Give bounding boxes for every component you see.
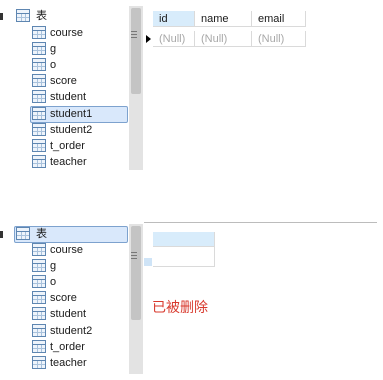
tree-item-o[interactable]: o bbox=[0, 57, 128, 73]
row-selector[interactable] bbox=[144, 258, 152, 266]
tree-item-label: o bbox=[50, 59, 57, 71]
cell-name[interactable]: (Null) bbox=[195, 31, 252, 47]
table-icon bbox=[32, 307, 46, 320]
tree-item-label: t_order bbox=[50, 140, 85, 152]
table-icon bbox=[32, 275, 46, 288]
cell-id[interactable]: (Null) bbox=[153, 31, 195, 47]
tree-root-label: 表 bbox=[36, 228, 47, 240]
empty-row bbox=[153, 247, 215, 267]
column-header-id[interactable]: id bbox=[153, 11, 195, 27]
scrollbar-thumb[interactable] bbox=[131, 8, 141, 94]
current-row-indicator bbox=[144, 31, 153, 47]
tree-scrollbar[interactable] bbox=[129, 224, 143, 374]
table-icon bbox=[32, 243, 46, 256]
column-header-name[interactable]: name bbox=[195, 11, 252, 27]
expand-icon[interactable] bbox=[0, 231, 3, 238]
tree-item-label: student1 bbox=[50, 108, 93, 120]
table-icon bbox=[32, 107, 46, 120]
table-icon bbox=[32, 155, 46, 168]
tree-item-label: o bbox=[50, 276, 57, 288]
tree-item-student2[interactable]: student2 bbox=[0, 323, 128, 339]
scrollbar-thumb[interactable] bbox=[131, 226, 141, 320]
tree-item-o[interactable]: o bbox=[0, 274, 128, 290]
tree-item-label: student bbox=[50, 308, 87, 320]
tree-item-label: g bbox=[50, 43, 57, 55]
tree-item-label: course bbox=[50, 27, 84, 39]
table-icon bbox=[32, 356, 46, 369]
tree-item-label: course bbox=[50, 244, 84, 256]
tree-item-label: g bbox=[50, 260, 57, 272]
tree-item-student1[interactable]: student1 bbox=[0, 106, 128, 123]
navigation-tree: 表 course g o score student student2 t_or… bbox=[0, 222, 128, 380]
table-icon bbox=[32, 90, 46, 103]
tree-item-label: score bbox=[50, 75, 77, 87]
tree-item-t-order[interactable]: t_order bbox=[0, 339, 128, 355]
table-icon bbox=[32, 26, 46, 39]
tree-item-teacher[interactable]: teacher bbox=[0, 154, 128, 170]
tree-item-student[interactable]: student bbox=[0, 306, 128, 322]
splitter-grip-icon[interactable] bbox=[131, 252, 137, 259]
table-icon bbox=[32, 340, 46, 353]
table-icon bbox=[32, 139, 46, 152]
tree-item-student[interactable]: student bbox=[0, 89, 128, 105]
tree-item-course[interactable]: course bbox=[0, 242, 128, 258]
table-icon bbox=[32, 259, 46, 272]
tree-item-score[interactable]: score bbox=[0, 290, 128, 306]
tables-folder-icon bbox=[16, 227, 30, 240]
cell-email[interactable]: (Null) bbox=[252, 31, 306, 47]
table-icon bbox=[32, 74, 46, 87]
tree-item-t-order[interactable]: t_order bbox=[0, 138, 128, 154]
tree-item-score[interactable]: score bbox=[0, 73, 128, 89]
expand-icon[interactable] bbox=[0, 13, 3, 20]
table-icon bbox=[32, 123, 46, 136]
table-icon bbox=[32, 291, 46, 304]
table-icon bbox=[32, 324, 46, 337]
splitter-grip-icon[interactable] bbox=[131, 31, 137, 38]
tree-item-label: student2 bbox=[50, 325, 93, 337]
tree-item-label: teacher bbox=[50, 156, 87, 168]
tree-item-label: score bbox=[50, 292, 77, 304]
tree-item-label: student2 bbox=[50, 124, 93, 136]
selection-highlight bbox=[14, 226, 128, 243]
panel-after-delete: 表 course g o score student student2 t_or… bbox=[0, 222, 383, 380]
tree-item-label: teacher bbox=[50, 357, 87, 369]
tree-item-g[interactable]: g bbox=[0, 41, 128, 57]
tree-root-tables[interactable]: 表 bbox=[0, 226, 128, 243]
tree-item-g[interactable]: g bbox=[0, 258, 128, 274]
table-icon bbox=[32, 58, 46, 71]
table-icon bbox=[32, 42, 46, 55]
tree-root-label: 表 bbox=[36, 10, 47, 22]
tree-item-teacher[interactable]: teacher bbox=[0, 355, 128, 371]
navigation-tree: 表 course g o score student student1 stud… bbox=[0, 0, 128, 180]
tree-item-label: student bbox=[50, 91, 87, 103]
tree-root-tables[interactable]: 表 bbox=[0, 8, 128, 24]
tree-item-student2[interactable]: student2 bbox=[0, 122, 128, 138]
row-pointer-icon bbox=[146, 35, 151, 43]
deleted-message: 已被删除 bbox=[152, 300, 208, 316]
tables-folder-icon bbox=[16, 9, 30, 22]
tree-item-label: t_order bbox=[50, 341, 85, 353]
divider bbox=[144, 222, 377, 223]
column-header-email[interactable]: email bbox=[252, 11, 306, 27]
column-header-blank[interactable] bbox=[153, 232, 215, 247]
panel-before-delete: 表 course g o score student student1 stud… bbox=[0, 0, 383, 180]
tree-item-course[interactable]: course bbox=[0, 25, 128, 41]
